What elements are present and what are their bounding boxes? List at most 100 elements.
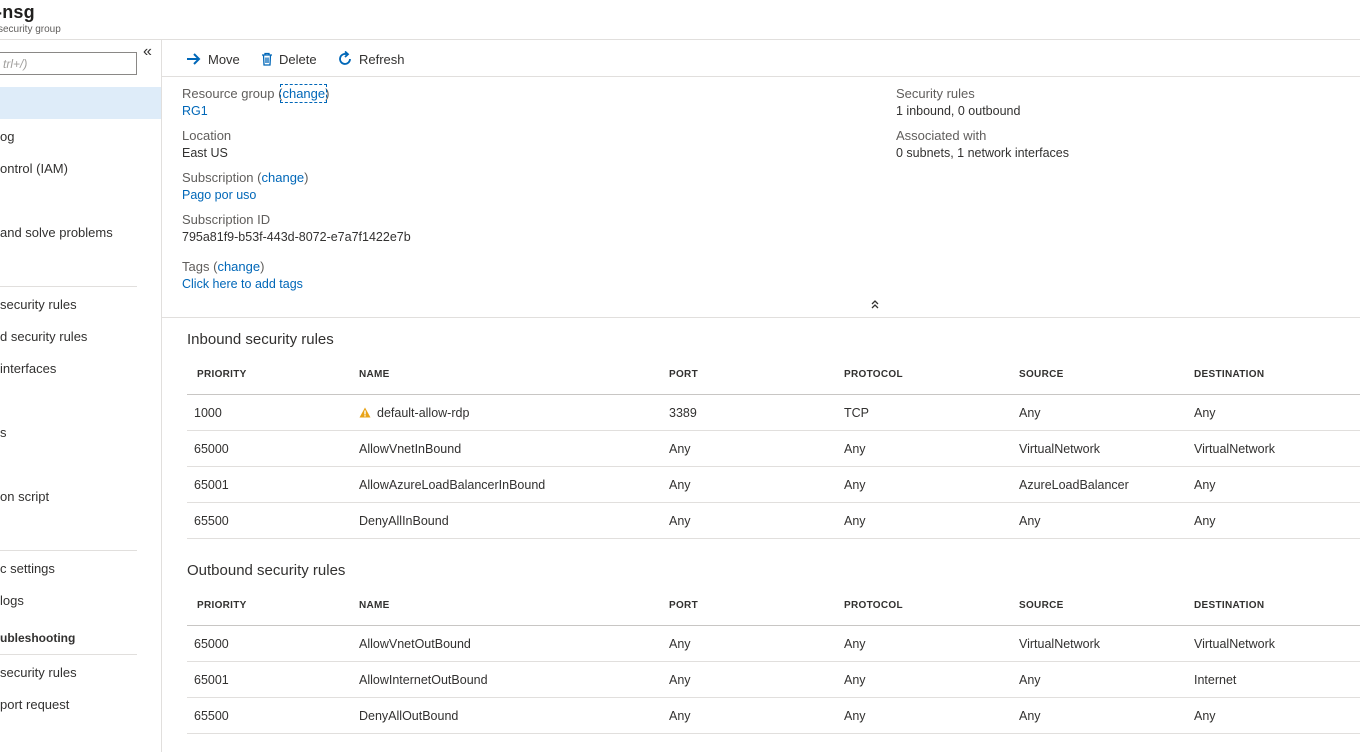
column-header-destination[interactable]: DESTINATION — [1194, 369, 1264, 380]
chevron-double-up-icon[interactable] — [870, 298, 880, 312]
cell-port: Any — [669, 514, 691, 528]
resource-group-change-link[interactable]: change — [280, 84, 328, 103]
move-button[interactable]: Move — [186, 49, 240, 69]
sidebar-item-locks[interactable] — [0, 449, 161, 481]
cell-name: DenyAllInBound — [359, 514, 449, 528]
column-header-destination[interactable]: DESTINATION — [1194, 600, 1264, 611]
cell-protocol: Any — [844, 442, 866, 456]
table-row[interactable]: 65001 AllowAzureLoadBalancerInBound Any … — [187, 467, 1360, 503]
resource-group-value-link[interactable]: RG1 — [182, 104, 208, 118]
sidebar-item-tags[interactable] — [0, 185, 161, 217]
paren: ) — [304, 170, 309, 185]
sidebar-item-overview[interactable] — [0, 87, 161, 119]
trash-icon — [262, 52, 272, 66]
sidebar-item-activity-log[interactable]: og — [0, 121, 161, 153]
cell-source: VirtualNetwork — [1019, 637, 1101, 651]
tags-change-link[interactable]: change — [217, 259, 260, 274]
refresh-icon — [339, 51, 351, 65]
column-header-name[interactable]: NAME — [359, 600, 390, 611]
command-bar: Move Delete Refresh — [162, 40, 1360, 77]
column-header-source[interactable]: SOURCE — [1019, 600, 1064, 611]
cell-source: VirtualNetwork — [1019, 442, 1101, 456]
subscription-change-link[interactable]: change — [262, 170, 305, 185]
subscription-id-value: 795a81f9-b53f-443d-8072-e7a7f1422e7b — [182, 230, 411, 244]
column-header-protocol[interactable]: PROTOCOL — [844, 369, 903, 380]
page-subtitle: security group — [0, 24, 61, 35]
cell-port: Any — [669, 442, 691, 456]
table-row[interactable]: 65000 AllowVnetOutBound Any Any VirtualN… — [187, 626, 1360, 662]
table-row[interactable]: 1000 default-allow-rdp 3389 TCP Any Any — [187, 395, 1360, 431]
cell-protocol: Any — [844, 709, 866, 723]
paren: ) — [260, 259, 265, 274]
cell-source: Any — [1019, 514, 1041, 528]
cell-name: AllowVnetOutBound — [359, 637, 471, 651]
sidebar-item-outbound-rules[interactable]: d security rules — [0, 321, 161, 353]
subscription-id-label: Subscription ID — [182, 212, 271, 227]
sidebar-item-support-request[interactable]: port request — [0, 689, 161, 721]
column-header-protocol[interactable]: PROTOCOL — [844, 600, 903, 611]
warning-icon — [359, 407, 371, 418]
cell-destination: Any — [1194, 709, 1216, 723]
cell-priority: 1000 — [194, 406, 222, 420]
sidebar-divider — [0, 550, 137, 551]
cell-destination: VirtualNetwork — [1194, 442, 1276, 456]
outbound-rules-table: PRIORITY NAME PORT PROTOCOL SOURCE DESTI… — [187, 588, 1360, 734]
sidebar-item-diagnostic-settings[interactable]: c settings — [0, 553, 161, 585]
paren: ) — [325, 86, 330, 101]
sidebar-item-access-control[interactable]: ontrol (IAM) — [0, 153, 161, 185]
column-header-priority[interactable]: PRIORITY — [197, 600, 247, 611]
cell-source: AzureLoadBalancer — [1019, 478, 1129, 492]
cell-name: default-allow-rdp — [359, 406, 469, 420]
menu-search-input[interactable]: trl+/) — [0, 52, 137, 75]
cell-priority: 65000 — [194, 637, 229, 651]
cell-destination: Any — [1194, 406, 1216, 420]
essentials-divider — [162, 317, 1360, 318]
cell-port: 3389 — [669, 406, 697, 420]
sidebar-item-automation-script[interactable]: on script — [0, 481, 161, 513]
resource-menu: trl+/) « og ontrol (IAM) and solve probl… — [0, 40, 162, 752]
cell-priority: 65500 — [194, 709, 229, 723]
security-rules-label: Security rules — [896, 86, 975, 101]
refresh-button[interactable]: Refresh — [337, 49, 405, 69]
sidebar-item-network-interfaces[interactable]: interfaces — [0, 353, 161, 385]
sidebar-item-flow-logs[interactable]: logs — [0, 585, 161, 617]
column-header-port[interactable]: PORT — [669, 600, 698, 611]
cell-destination: Any — [1194, 478, 1216, 492]
resource-group-label: Resource group (change) — [182, 84, 330, 103]
tags-label: Tags (change) — [182, 259, 264, 274]
table-row[interactable]: 65001 AllowInternetOutBound Any Any Any … — [187, 662, 1360, 698]
cell-protocol: Any — [844, 673, 866, 687]
cell-name: AllowVnetInBound — [359, 442, 462, 456]
sidebar-divider — [0, 286, 137, 287]
table-row[interactable]: 65500 DenyAllInBound Any Any Any Any — [187, 503, 1360, 539]
delete-button[interactable]: Delete — [261, 49, 317, 69]
cell-port: Any — [669, 478, 691, 492]
column-header-source[interactable]: SOURCE — [1019, 369, 1064, 380]
column-header-port[interactable]: PORT — [669, 369, 698, 380]
associated-with-label: Associated with — [896, 128, 987, 143]
table-row[interactable]: 65500 DenyAllOutBound Any Any Any Any — [187, 698, 1360, 734]
sidebar-item-inbound-rules[interactable]: security rules — [0, 289, 161, 321]
cell-name: AllowAzureLoadBalancerInBound — [359, 478, 546, 492]
add-tags-link[interactable]: Click here to add tags — [182, 277, 303, 291]
sidebar-item-effective-security-rules[interactable]: security rules — [0, 657, 161, 689]
tags-label-text: Tags — [182, 259, 210, 274]
cell-source: Any — [1019, 673, 1041, 687]
sidebar-divider — [0, 654, 137, 655]
column-header-name[interactable]: NAME — [359, 369, 390, 380]
subscription-label-text: Subscription — [182, 170, 254, 185]
cell-source: Any — [1019, 406, 1041, 420]
sidebar-item-diagnose[interactable]: and solve problems — [0, 217, 161, 249]
cell-priority: 65001 — [194, 673, 229, 687]
chevron-double-left-icon[interactable]: « — [143, 43, 152, 61]
column-header-priority[interactable]: PRIORITY — [197, 369, 247, 380]
sidebar-item-properties[interactable]: s — [0, 417, 161, 449]
cell-destination: Internet — [1194, 673, 1237, 687]
sidebar-item-subnets[interactable] — [0, 385, 161, 417]
cell-priority: 65001 — [194, 478, 229, 492]
inbound-section-title: Inbound security rules — [187, 331, 334, 348]
table-row[interactable]: 65000 AllowVnetInBound Any Any VirtualNe… — [187, 431, 1360, 467]
move-button-label: Move — [208, 51, 240, 67]
subscription-value-link[interactable]: Pago por uso — [182, 188, 256, 202]
security-rules-value: 1 inbound, 0 outbound — [896, 104, 1021, 118]
